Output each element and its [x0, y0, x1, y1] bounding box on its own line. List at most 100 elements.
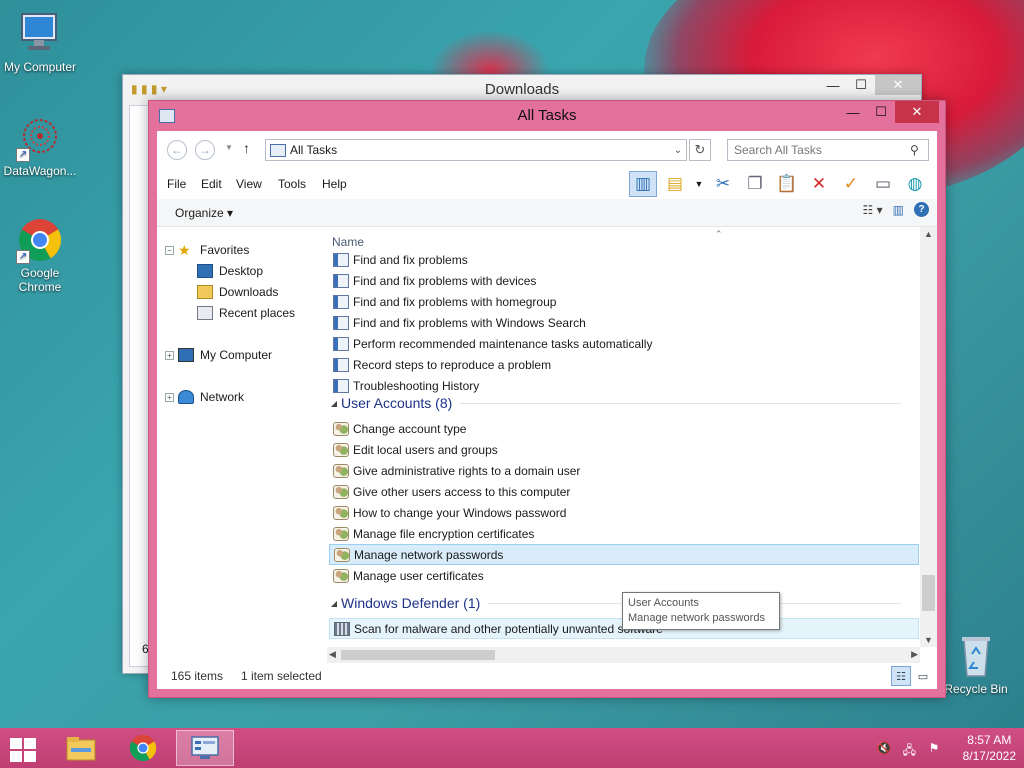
- group-header-user-accounts[interactable]: ◢ User Accounts (8): [327, 392, 901, 414]
- desktop-icon-label: Google Chrome: [18, 266, 62, 294]
- folders-pane-icon[interactable]: ▥: [629, 171, 657, 197]
- all-tasks-window[interactable]: All Tasks — ☐ ✕ ← → ▼ ↑ All Tasks ⌄ ↻ Se…: [148, 100, 946, 698]
- maximize-button[interactable]: ☐: [867, 101, 895, 123]
- properties-icon[interactable]: ✓: [837, 171, 865, 197]
- address-bar-row: ← → ▼ ↑ All Tasks ⌄ ↻ Search All Tasks ⚲: [157, 131, 937, 169]
- troubleshoot-icon: [333, 252, 349, 267]
- list-item[interactable]: Edit local users and groups: [329, 439, 919, 460]
- forward-button[interactable]: →: [195, 140, 215, 160]
- taskbar-control-panel[interactable]: [176, 730, 234, 766]
- desktop-icon-datawagon[interactable]: ↗ DataWagon...: [0, 114, 80, 178]
- nav-item-desktop[interactable]: Desktop: [197, 264, 263, 278]
- list-item[interactable]: Give administrative rights to a domain u…: [329, 460, 919, 481]
- up-button[interactable]: ↑: [243, 140, 250, 156]
- column-header-name[interactable]: Name: [332, 235, 364, 249]
- menu-edit[interactable]: Edit: [201, 177, 222, 191]
- tooltip: User Accounts Manage network passwords: [622, 592, 780, 630]
- troubleshoot-icon: [333, 378, 349, 393]
- list-item[interactable]: Change account type: [329, 418, 919, 439]
- cut-icon[interactable]: ✂: [709, 171, 737, 197]
- action-center-icon[interactable]: ⚑: [929, 741, 945, 755]
- nav-item-downloads[interactable]: Downloads: [197, 285, 278, 299]
- search-input[interactable]: Search All Tasks ⚲: [727, 139, 929, 161]
- expand-icon[interactable]: +: [165, 392, 174, 402]
- delete-icon[interactable]: ✕: [805, 171, 833, 197]
- scrollbar-thumb[interactable]: [922, 575, 935, 611]
- paste-icon[interactable]: 📋: [773, 171, 801, 197]
- group-header-windows-defender[interactable]: ◢ Windows Defender (1): [327, 592, 901, 614]
- taskbar-chrome[interactable]: [114, 730, 172, 766]
- taskbar-file-explorer[interactable]: [52, 730, 110, 766]
- recent-locations-dropdown[interactable]: ▼: [225, 143, 233, 152]
- change-view-icon[interactable]: ☷ ▾: [863, 203, 883, 217]
- list-item[interactable]: Manage user certificates: [329, 565, 919, 586]
- nav-item-favorites[interactable]: − ★ Favorites: [165, 243, 249, 257]
- scroll-up-icon[interactable]: ▲: [920, 229, 937, 239]
- vertical-scrollbar[interactable]: ▲ ▼: [920, 227, 937, 647]
- start-button[interactable]: [8, 736, 38, 762]
- desktop-icon-my-computer[interactable]: My Computer: [0, 10, 80, 74]
- desktop-icon-google-chrome[interactable]: ↗ Google Chrome: [0, 216, 80, 294]
- list-item[interactable]: Record steps to reproduce a problem: [329, 354, 919, 375]
- nav-item-my-computer[interactable]: + My Computer: [165, 348, 272, 362]
- copy-icon[interactable]: ❐: [741, 171, 769, 197]
- help-icon[interactable]: ?: [914, 202, 929, 217]
- user-accounts-icon: [333, 442, 349, 457]
- clock-time: 8:57 AM: [967, 733, 1012, 747]
- titlebar[interactable]: All Tasks — ☐ ✕: [149, 101, 945, 131]
- menu-view[interactable]: View: [236, 177, 262, 191]
- list-item[interactable]: Perform recommended maintenance tasks au…: [329, 333, 919, 354]
- network-icon[interactable]: 🖧: [903, 741, 919, 757]
- user-accounts-icon: [333, 421, 349, 436]
- details-view-icon[interactable]: ☷: [891, 666, 911, 686]
- scroll-left-icon[interactable]: ◀: [329, 649, 336, 660]
- nav-item-recent-places[interactable]: Recent places: [197, 306, 295, 320]
- dropdown-icon[interactable]: ▼: [693, 171, 705, 197]
- rename-icon[interactable]: ▭: [869, 171, 897, 197]
- desktop-icon-recycle-bin[interactable]: Recycle Bin: [936, 632, 1016, 696]
- clock[interactable]: 8:57 AM 8/17/2022: [963, 732, 1016, 764]
- group-divider: [460, 402, 901, 404]
- list-item[interactable]: Find and fix problems with homegroup: [329, 291, 919, 312]
- chrome-icon: [129, 734, 157, 762]
- list-item[interactable]: Find and fix problems: [329, 249, 919, 270]
- collapse-icon[interactable]: −: [165, 245, 174, 255]
- item-count: 165 items: [171, 669, 224, 683]
- list-item[interactable]: Find and fix problems with Windows Searc…: [329, 312, 919, 333]
- sort-caret-icon: ⌃: [715, 229, 723, 239]
- list-item-hovered[interactable]: Manage network passwords: [329, 544, 919, 565]
- back-button[interactable]: ←: [167, 140, 187, 160]
- computer-icon: [178, 348, 194, 362]
- list-item[interactable]: How to change your Windows password: [329, 502, 919, 523]
- menu-file[interactable]: File: [167, 177, 186, 191]
- downloads-titlebar[interactable]: ▮ ▮ ▮ ▾ Downloads — ☐ ✕: [123, 75, 921, 103]
- address-bar[interactable]: All Tasks ⌄: [265, 139, 687, 161]
- horizontal-scrollbar[interactable]: ◀ ▶: [327, 647, 920, 663]
- chevron-down-icon[interactable]: ⌄: [670, 145, 686, 156]
- list-item[interactable]: Manage file encryption certificates: [329, 523, 919, 544]
- list-item[interactable]: Give other users access to this computer: [329, 481, 919, 502]
- refresh-button[interactable]: ↻: [689, 139, 711, 161]
- collapse-group-icon[interactable]: ◢: [327, 399, 341, 408]
- large-icons-view-icon[interactable]: ▭: [913, 666, 933, 686]
- nav-item-network[interactable]: + Network: [165, 390, 244, 404]
- organize-button[interactable]: Organize ▾: [175, 206, 233, 220]
- preview-pane-icon[interactable]: ▥: [893, 203, 904, 217]
- globe-icon[interactable]: ◍: [901, 171, 929, 197]
- close-button[interactable]: ✕: [895, 101, 939, 123]
- scroll-down-icon[interactable]: ▼: [920, 635, 937, 645]
- menu-tools[interactable]: Tools: [278, 177, 306, 191]
- status-bar: 165 items 1 item selected ☷ ▭: [157, 663, 937, 689]
- list-item[interactable]: Find and fix problems with devices: [329, 270, 919, 291]
- expand-icon[interactable]: +: [165, 350, 174, 360]
- minimize-button[interactable]: —: [839, 101, 867, 123]
- scrollbar-thumb[interactable]: [341, 650, 495, 660]
- menu-help[interactable]: Help: [322, 177, 347, 191]
- scroll-right-icon[interactable]: ▶: [911, 649, 918, 660]
- collapse-group-icon[interactable]: ◢: [327, 599, 341, 608]
- group-title: Windows Defender (1): [341, 595, 481, 611]
- folder-options-icon[interactable]: ▤: [661, 171, 689, 197]
- nav-label: Downloads: [219, 285, 279, 299]
- downloads-title: Downloads: [484, 81, 560, 98]
- volume-muted-icon[interactable]: 🔇: [877, 741, 893, 755]
